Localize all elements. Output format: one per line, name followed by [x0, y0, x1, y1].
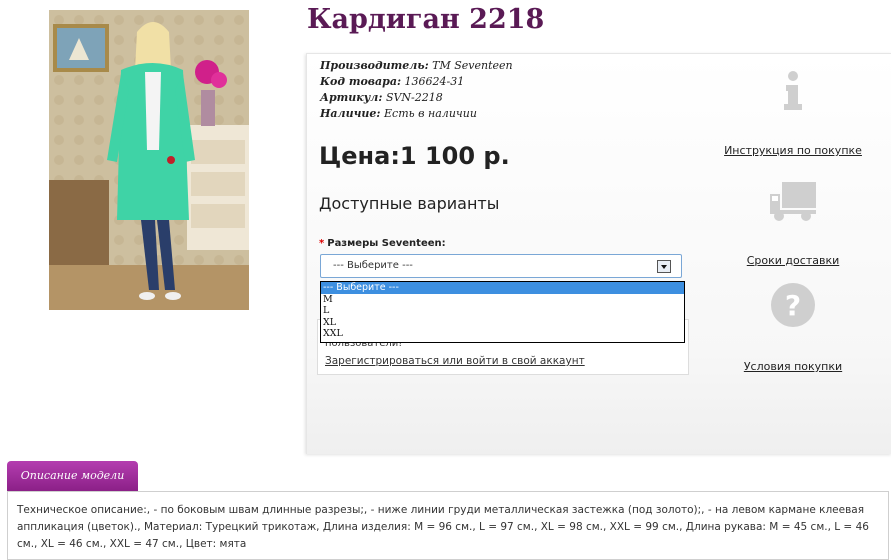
question-icon: ?: [771, 283, 815, 327]
tab-description[interactable]: Описание модели: [7, 461, 138, 492]
article-value: SVN-2218: [385, 91, 443, 104]
login-register-link[interactable]: Зарегистрироваться или войти в свой акка…: [325, 355, 585, 367]
size-field-label: * Размеры Seventeen:: [319, 238, 446, 249]
availability-label: Наличие:: [320, 107, 381, 120]
tab-description-label: Описание модели: [20, 469, 125, 482]
code-row: Код товара: 136624-31: [320, 74, 513, 90]
size-option[interactable]: XXL: [321, 328, 684, 340]
description-text: Техническое описание:, - по боковым швам…: [17, 504, 869, 550]
svg-text:?: ?: [785, 289, 801, 322]
sidebar-item-label[interactable]: Условия покупки: [703, 360, 883, 373]
variants-heading: Доступные варианты: [319, 194, 500, 213]
size-label-text: Размеры Seventeen:: [327, 238, 446, 249]
product-image: [49, 10, 249, 310]
size-option[interactable]: --- Выберите ---: [321, 282, 684, 294]
size-select-value: --- Выберите ---: [333, 260, 413, 271]
manufacturer-row: Производитель: TM Seventeen: [320, 58, 513, 74]
sidebar-item-terms[interactable]: ? Условия покупки: [703, 282, 883, 373]
code-value: 136624-31: [404, 75, 465, 88]
size-option[interactable]: XL: [321, 317, 684, 329]
sidebar-item-delivery[interactable]: Сроки доставки: [703, 180, 883, 267]
manufacturer-value: TM Seventeen: [432, 59, 513, 72]
product-photo[interactable]: [49, 10, 249, 310]
required-mark: *: [319, 238, 325, 249]
sidebar-item-label[interactable]: Инструкция по покупке: [703, 144, 883, 157]
sidebar-item-purchase-guide[interactable]: Инструкция по покупке: [703, 70, 883, 157]
code-label: Код товара:: [320, 75, 402, 88]
size-dropdown-list[interactable]: --- Выберите --- M L XL XXL: [320, 281, 685, 343]
product-price: Цена:1 100 р.: [319, 142, 510, 170]
availability-row: Наличие: Есть в наличии: [320, 106, 513, 122]
product-meta: Производитель: TM Seventeen Код товара: …: [320, 58, 513, 122]
page-title: Кардиган 2218: [307, 4, 545, 35]
info-icon: [784, 71, 802, 110]
size-select[interactable]: --- Выберите ---: [320, 254, 682, 278]
sidebar-item-label[interactable]: Сроки доставки: [703, 254, 883, 267]
description-panel: Техническое описание:, - по боковым швам…: [7, 491, 889, 560]
size-option[interactable]: M: [321, 294, 684, 306]
chevron-down-icon[interactable]: [657, 260, 671, 273]
size-option[interactable]: L: [321, 305, 684, 317]
article-label: Артикул:: [320, 91, 383, 104]
manufacturer-label: Производитель:: [320, 59, 429, 72]
product-info-panel: Производитель: TM Seventeen Код товара: …: [306, 53, 891, 454]
truck-icon: [770, 182, 816, 221]
article-row: Артикул: SVN-2218: [320, 90, 513, 106]
availability-value: Есть в наличии: [384, 107, 477, 120]
